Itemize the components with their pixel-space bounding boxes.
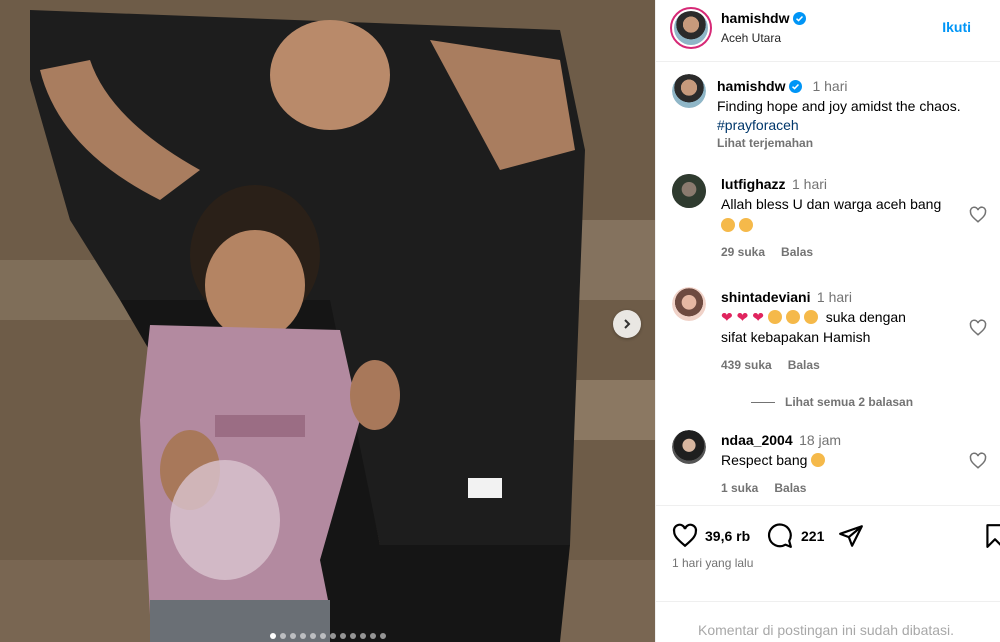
angel-emoji-icon — [721, 218, 735, 232]
caption: hamishdw 1 hari Finding hope and joy ami… — [656, 72, 1000, 162]
author-avatar[interactable] — [670, 7, 712, 49]
carousel-dot — [279, 633, 286, 639]
save-icon[interactable] — [982, 523, 1000, 549]
like-count[interactable]: 39,6 rb — [705, 528, 750, 544]
comment-item: ndaa_2004 18 jam Respect bang 1 suka Bal… — [656, 428, 1000, 503]
carousel-dot — [339, 633, 346, 639]
clap-emoji-icon — [811, 453, 826, 467]
comment-header: shintadeviani 1 hari — [721, 289, 852, 307]
post-media[interactable] — [0, 0, 655, 642]
comment-header: lutfighazz 1 hari — [721, 176, 827, 194]
comment-time[interactable]: 1 hari — [817, 289, 852, 305]
comment-like-icon[interactable] — [969, 319, 987, 337]
comment-avatar[interactable] — [672, 430, 706, 464]
carousel-dot — [349, 633, 356, 639]
share-icon[interactable] — [838, 523, 864, 549]
carousel-dot — [289, 633, 296, 639]
comment-header: ndaa_2004 18 jam — [721, 432, 841, 450]
post-location[interactable]: Aceh Utara — [721, 31, 781, 45]
carousel-dot — [379, 633, 386, 639]
hug-emoji-icon — [739, 218, 753, 232]
follow-button[interactable]: Ikuti — [942, 19, 971, 35]
comment-text-line: ❤ ❤ ❤ suka dengan — [721, 307, 906, 327]
carousel-dot — [319, 633, 326, 639]
comment-reply-button[interactable]: Balas — [774, 481, 806, 495]
chevron-right-icon — [624, 319, 631, 329]
comment-username[interactable]: ndaa_2004 — [721, 432, 793, 448]
carousel-dot — [369, 633, 376, 639]
comment-avatar[interactable] — [672, 287, 706, 321]
comment-icon[interactable] — [767, 523, 793, 549]
comment-time[interactable]: 18 jam — [799, 432, 841, 448]
caption-username[interactable]: hamishdw — [717, 78, 785, 94]
comment-text-line: Respect bang — [721, 450, 829, 470]
carousel-dot — [269, 633, 276, 639]
comment-emojis — [721, 217, 757, 235]
comment-reply-button[interactable]: Balas — [781, 245, 813, 259]
carousel-dot — [309, 633, 316, 639]
author-name-row: hamishdw — [721, 10, 807, 26]
comment-like-icon[interactable] — [969, 206, 987, 224]
comment-item: lutfighazz 1 hari Allah bless U dan warg… — [656, 172, 1000, 272]
pleading-emoji-icon — [767, 310, 782, 324]
caption-header: hamishdw 1 hari — [717, 78, 848, 94]
carousel-indicator — [0, 633, 655, 639]
post-header: hamishdw Aceh Utara Ikuti — [656, 0, 1000, 62]
comment-meta: 439 suka Balas — [721, 358, 820, 372]
comment-likes[interactable]: 29 suka — [721, 245, 765, 259]
heart-emoji-icon: ❤ — [736, 309, 749, 325]
comment-count[interactable]: 221 — [801, 528, 824, 544]
comment-like-icon[interactable] — [969, 452, 987, 470]
comment-text: Respect bang — [721, 452, 808, 468]
pleading-emoji-icon — [803, 310, 818, 324]
comment-item: shintadeviani 1 hari ❤ ❤ ❤ suka dengan s… — [656, 285, 1000, 415]
comment-reply-button[interactable]: Balas — [788, 358, 820, 372]
comment-text: suka dengan — [825, 309, 906, 325]
caption-text: Finding hope and joy amidst the chaos. — [717, 98, 961, 114]
comment-avatar[interactable] — [672, 174, 706, 208]
comment-username[interactable]: shintadeviani — [721, 289, 810, 305]
carousel-dot — [299, 633, 306, 639]
author-username[interactable]: hamishdw — [721, 10, 789, 26]
comment-meta: 1 suka Balas — [721, 481, 806, 495]
post-side-panel: hamishdw Aceh Utara Ikuti hamishdw 1 har… — [655, 0, 1000, 642]
carousel-next-button[interactable] — [613, 310, 641, 338]
replies-divider — [751, 401, 775, 403]
comment-text-continued: sifat kebapakan Hamish — [721, 329, 871, 345]
comment-username[interactable]: lutfighazz — [721, 176, 786, 192]
verified-badge-icon — [793, 11, 807, 25]
caption-hashtag[interactable]: #prayforaceh — [717, 117, 799, 133]
like-icon[interactable] — [672, 523, 698, 549]
comment-meta: 29 suka Balas — [721, 245, 813, 259]
view-replies[interactable]: Lihat semua 2 balasan — [751, 395, 913, 409]
heart-emoji-icon: ❤ — [721, 309, 733, 325]
pleading-emoji-icon — [785, 310, 800, 324]
comment-time[interactable]: 1 hari — [792, 176, 827, 192]
verified-badge-icon — [789, 79, 803, 93]
comments-restricted-footer: Komentar di postingan ini sudah dibatasi… — [656, 601, 1000, 642]
caption-avatar[interactable] — [672, 74, 706, 108]
carousel-dot — [359, 633, 366, 639]
caption-time[interactable]: 1 hari — [812, 78, 847, 94]
post-timestamp[interactable]: 1 hari yang lalu — [672, 556, 753, 570]
comment-likes[interactable]: 1 suka — [721, 481, 758, 495]
heart-emoji-icon: ❤ — [752, 309, 764, 325]
carousel-dot — [329, 633, 336, 639]
comment-text: Allah bless U dan warga aceh bang — [721, 196, 942, 212]
translate-link[interactable]: Lihat terjemahan — [717, 136, 813, 150]
comment-likes[interactable]: 439 suka — [721, 358, 772, 372]
post-photo — [0, 0, 655, 642]
view-replies-label[interactable]: Lihat semua 2 balasan — [785, 395, 913, 409]
comments-restricted-notice: Komentar di postingan ini sudah dibatasi… — [698, 622, 955, 638]
